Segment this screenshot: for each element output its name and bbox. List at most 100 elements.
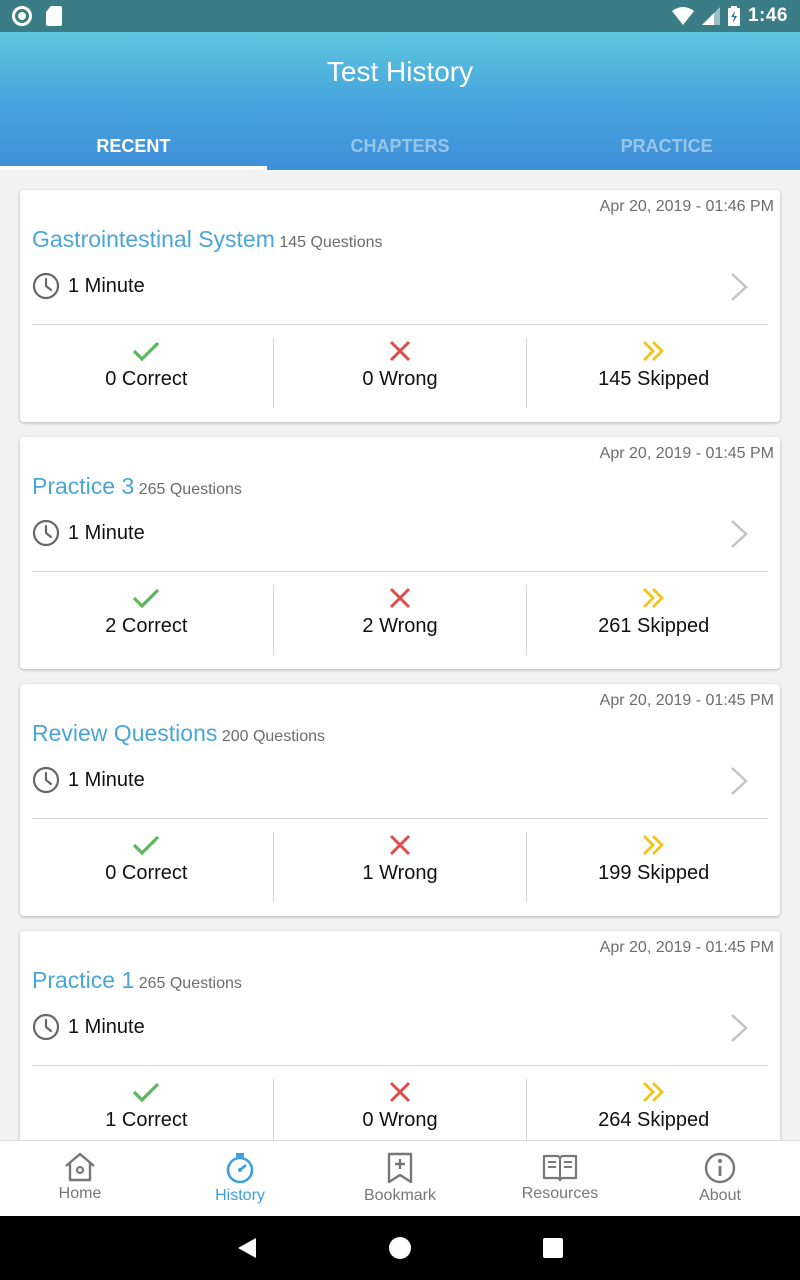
correct-count: 0 Correct [105, 368, 188, 390]
info-icon [704, 1152, 736, 1184]
tab-bar: RECENT CHAPTERS PRACTICE [0, 124, 800, 170]
stat-correct: 0 Correct [20, 832, 273, 902]
card-duration: 1 Minute [68, 768, 145, 791]
home-circle-icon[interactable] [388, 1236, 412, 1260]
card-duration: 1 Minute [68, 521, 145, 544]
card-title: Review Questions [32, 720, 218, 746]
card-date: Apr 20, 2019 - 01:46 PM [599, 198, 774, 215]
home-icon [65, 1152, 95, 1182]
wrong-count: 1 Wrong [362, 862, 438, 884]
chevron-right-icon[interactable] [730, 766, 748, 796]
double-chevron-icon [642, 588, 664, 608]
nav-bookmark[interactable]: Bookmark [320, 1141, 480, 1216]
nav-history[interactable]: History [160, 1141, 320, 1216]
history-card[interactable]: Apr 20, 2019 - 01:46 PM Gastrointestinal… [20, 190, 780, 422]
stat-correct: 0 Correct [20, 338, 273, 408]
clock-icon [32, 519, 60, 547]
check-icon [133, 835, 160, 856]
card-duration: 1 Minute [68, 1015, 145, 1038]
double-chevron-icon [642, 1082, 664, 1102]
cross-icon [389, 340, 411, 362]
skipped-count: 261 Skipped [598, 615, 710, 637]
battery-icon [727, 6, 740, 26]
recents-icon[interactable] [542, 1237, 564, 1259]
stat-skipped: 261 Skipped [526, 585, 780, 655]
card-date: Apr 20, 2019 - 01:45 PM [599, 692, 774, 709]
clock-icon [32, 272, 60, 300]
wrong-count: 0 Wrong [362, 1109, 438, 1131]
history-card[interactable]: Apr 20, 2019 - 01:45 PM Review Questions… [20, 684, 780, 916]
notification-icon [12, 6, 32, 26]
stat-skipped: 264 Skipped [526, 1079, 780, 1140]
stat-wrong: 2 Wrong [272, 585, 527, 655]
tab-chapters[interactable]: CHAPTERS [267, 124, 534, 170]
skipped-count: 199 Skipped [598, 862, 710, 884]
chevron-right-icon[interactable] [730, 272, 748, 302]
chevron-right-icon[interactable] [730, 1013, 748, 1043]
card-title: Gastrointestinal System [32, 226, 275, 252]
check-icon [133, 341, 160, 362]
chevron-right-icon[interactable] [730, 519, 748, 549]
book-icon [542, 1154, 578, 1182]
double-chevron-icon [642, 835, 664, 855]
check-icon [133, 588, 160, 609]
stat-skipped: 145 Skipped [526, 338, 780, 408]
wrong-count: 2 Wrong [362, 615, 438, 637]
stat-correct: 2 Correct [20, 585, 273, 655]
card-divider [32, 1065, 768, 1066]
card-question-count: 200 Questions [221, 728, 325, 745]
card-divider [32, 571, 768, 572]
skipped-count: 264 Skipped [598, 1109, 710, 1131]
card-date: Apr 20, 2019 - 01:45 PM [599, 939, 774, 956]
stat-wrong: 1 Wrong [272, 832, 527, 902]
card-title: Practice 1 [32, 967, 135, 993]
status-time: 1:46 [747, 5, 788, 26]
bottom-navigation: Home History Bookmark Resources About [0, 1140, 800, 1216]
stat-wrong: 0 Wrong [272, 1079, 527, 1140]
card-stats: 2 Correct 2 Wrong 261 Skipped [20, 585, 780, 655]
nav-resources-label: Resources [521, 1185, 599, 1202]
card-title: Practice 3 [32, 473, 135, 499]
card-date: Apr 20, 2019 - 01:45 PM [599, 445, 774, 462]
stat-skipped: 199 Skipped [526, 832, 780, 902]
back-icon[interactable] [236, 1236, 258, 1260]
tab-practice[interactable]: PRACTICE [533, 124, 800, 170]
nav-about[interactable]: About [640, 1141, 800, 1216]
nav-resources[interactable]: Resources [480, 1141, 640, 1216]
bookmark-icon [387, 1152, 413, 1184]
card-stats: 0 Correct 0 Wrong 145 Skipped [20, 338, 780, 408]
card-question-count: 145 Questions [279, 234, 383, 251]
wrong-count: 0 Wrong [362, 368, 438, 390]
history-list: Apr 20, 2019 - 01:46 PM Gastrointestinal… [0, 170, 800, 1140]
signal-icon [701, 7, 720, 25]
history-card[interactable]: Apr 20, 2019 - 01:45 PM Practice 1 265 Q… [20, 931, 780, 1140]
cross-icon [389, 1081, 411, 1103]
correct-count: 1 Correct [105, 1109, 188, 1131]
status-bar: 1:46 [0, 0, 800, 32]
card-stats: 0 Correct 1 Wrong 199 Skipped [20, 832, 780, 902]
nav-home[interactable]: Home [0, 1141, 160, 1216]
correct-count: 2 Correct [105, 615, 188, 637]
page-title: Test History [326, 56, 474, 87]
nav-about-label: About [699, 1187, 741, 1204]
card-divider [32, 324, 768, 325]
nav-home-label: Home [58, 1185, 102, 1202]
cross-icon [389, 587, 411, 609]
skipped-count: 145 Skipped [598, 368, 710, 390]
clock-icon [32, 1013, 60, 1041]
history-card[interactable]: Apr 20, 2019 - 01:45 PM Practice 3 265 Q… [20, 437, 780, 669]
card-question-count: 265 Questions [138, 975, 242, 992]
double-chevron-icon [642, 341, 664, 361]
clock-icon [32, 766, 60, 794]
card-duration: 1 Minute [68, 274, 145, 297]
stat-correct: 1 Correct [20, 1079, 273, 1140]
tab-recent[interactable]: RECENT [0, 124, 267, 170]
nav-bookmark-label: Bookmark [363, 1187, 437, 1204]
stopwatch-icon [226, 1153, 254, 1184]
sd-card-icon [46, 6, 62, 26]
card-question-count: 265 Questions [138, 481, 242, 498]
wifi-icon [671, 7, 694, 25]
check-icon [133, 1082, 160, 1103]
cross-icon [389, 834, 411, 856]
correct-count: 0 Correct [105, 862, 188, 884]
